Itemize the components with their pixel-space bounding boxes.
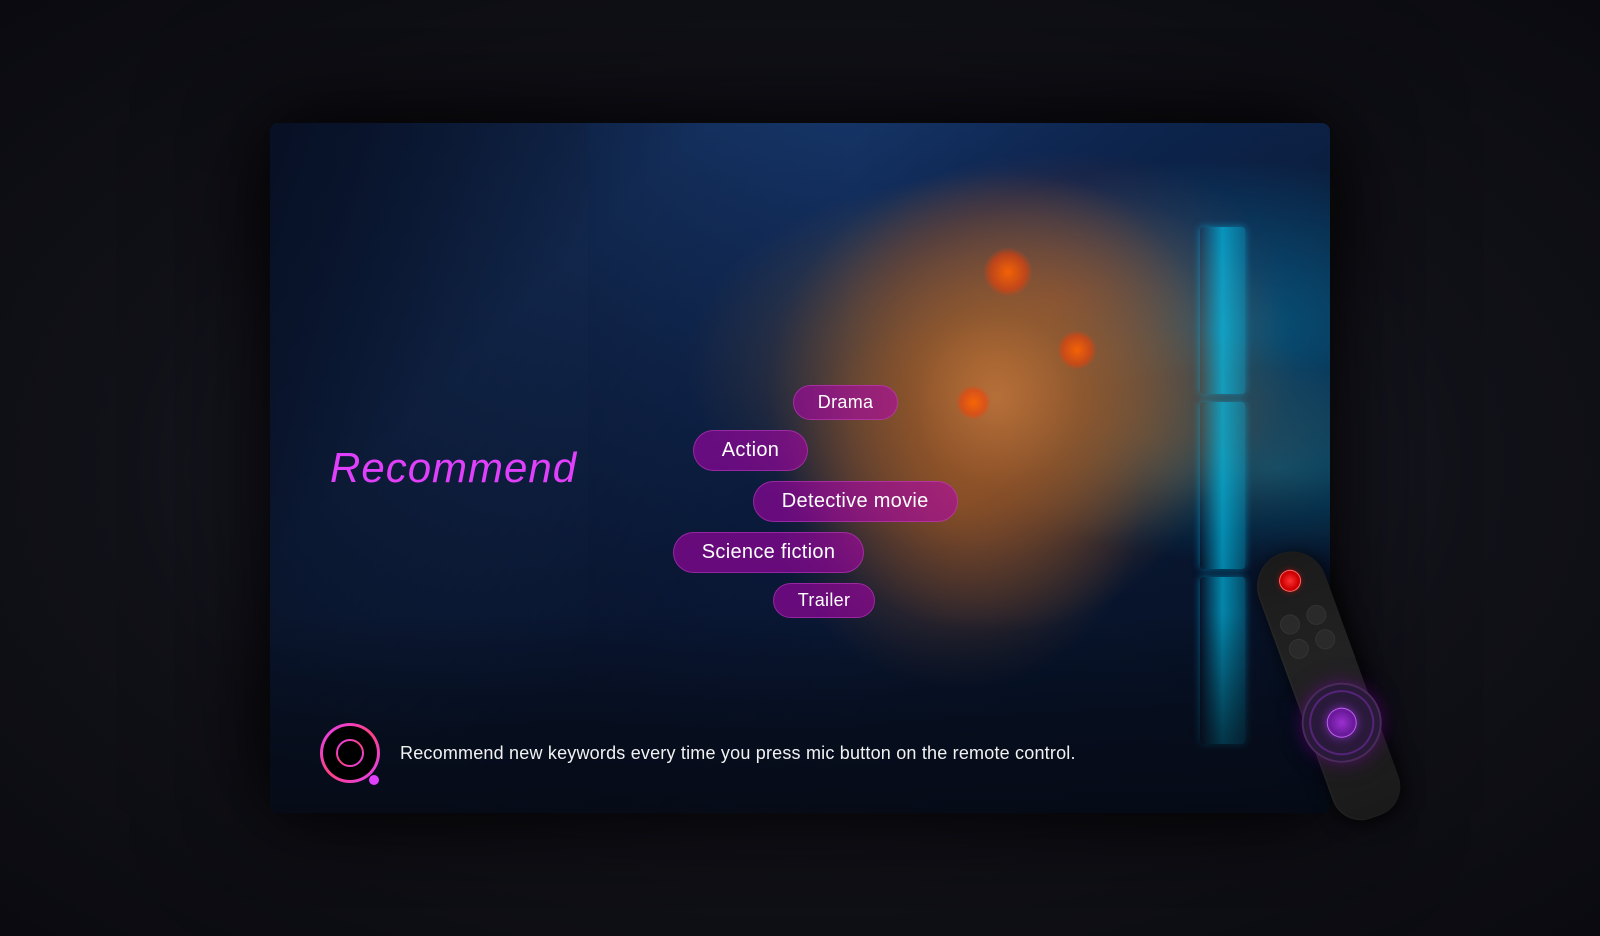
bottom-gradient-overlay — [270, 613, 1330, 813]
chip-action[interactable]: Action — [693, 430, 808, 471]
tv-set: Recommend Drama Action Detective movie S… — [270, 123, 1330, 813]
chip-row-scifi: Science fiction — [673, 532, 864, 573]
power-button[interactable] — [1276, 567, 1304, 595]
chip-detective[interactable]: Detective movie — [753, 481, 958, 522]
chip-drama[interactable]: Drama — [793, 385, 899, 420]
bottom-instruction-text: Recommend new keywords every time you pr… — [400, 743, 1076, 764]
chip-row-detective: Detective movie — [673, 481, 958, 522]
mic-svg — [336, 739, 364, 767]
remote-btn-1[interactable] — [1277, 612, 1303, 638]
remote-btn-2[interactable] — [1303, 602, 1329, 628]
tv-screen: Recommend Drama Action Detective movie S… — [270, 123, 1330, 813]
chip-row-action: Action — [673, 430, 808, 471]
dpad-outer — [1290, 671, 1393, 774]
remote-top-buttons — [1277, 601, 1340, 661]
chip-row-trailer: Trailer — [673, 583, 875, 618]
mic-button[interactable] — [320, 723, 380, 783]
chip-trailer[interactable]: Trailer — [773, 583, 875, 618]
remote-btn-3[interactable] — [1286, 636, 1312, 662]
bottom-bar: Recommend new keywords every time you pr… — [320, 723, 1280, 783]
recommend-title: Recommend — [330, 444, 577, 492]
mic-dot — [369, 775, 379, 785]
dpad[interactable] — [1290, 671, 1393, 774]
chip-scifi[interactable]: Science fiction — [673, 532, 864, 573]
chip-row-drama: Drama — [673, 385, 899, 420]
keyword-chips-area: Drama Action Detective movie Science fic… — [673, 385, 958, 618]
remote-btn-4[interactable] — [1312, 627, 1338, 653]
